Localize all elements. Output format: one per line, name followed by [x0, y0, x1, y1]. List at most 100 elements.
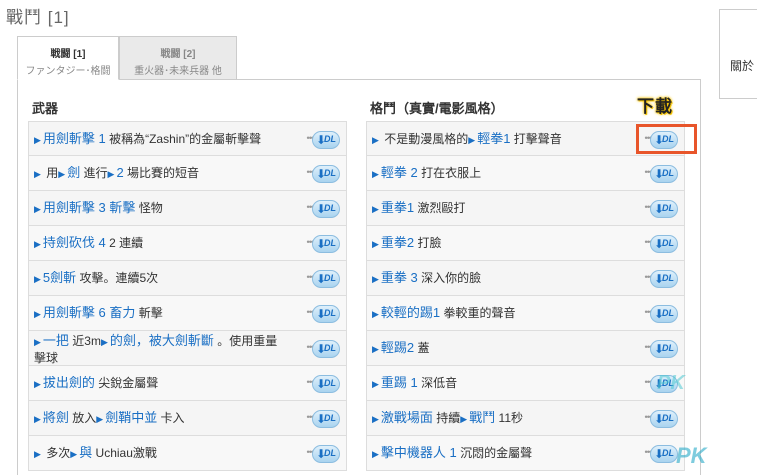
sound-link[interactable]: 戰鬥 [469, 411, 495, 425]
download-button-label: DL [324, 448, 336, 458]
sound-link[interactable]: 用劍斬擊 3 斬擊 [43, 201, 135, 215]
play-icon[interactable]: ▶ [34, 135, 41, 145]
fighting-column-title: 格鬥（真實/電影風格） [370, 101, 504, 116]
sound-link[interactable]: 重拳 3 [381, 271, 418, 285]
sound-link[interactable]: 與 [79, 446, 92, 460]
download-button[interactable]: ⬇ DL [312, 410, 340, 428]
sound-link[interactable]: 一把 [43, 333, 69, 348]
tab-battle-2[interactable]: 戦闘 [2] 重火器･未来兵器 他 [119, 36, 237, 80]
sound-link[interactable]: 輕拳1 [477, 132, 510, 146]
download-button[interactable]: ⬇ DL [650, 235, 678, 253]
play-icon[interactable]: ▶ [34, 274, 41, 284]
play-icon[interactable]: ▶ [468, 135, 475, 145]
download-button[interactable]: ⬇ DL [312, 235, 340, 253]
download-button[interactable]: ⬇ DL [650, 410, 678, 428]
sound-link[interactable]: 劍鞘中並 [105, 411, 157, 425]
play-icon[interactable]: ▶ [96, 414, 103, 424]
download-button[interactable]: ⬇ DL [650, 270, 678, 288]
sound-link[interactable]: 重拳1 [381, 201, 414, 215]
play-icon[interactable]: ▶ [372, 379, 379, 389]
play-icon[interactable]: ▶ [108, 169, 115, 179]
play-icon[interactable]: ▶ [34, 379, 41, 389]
list-item: ▶ 用劍斬擊 6 畜力 斬擊 ••• ⬇ DL [28, 296, 347, 331]
sound-link[interactable]: 劍 [67, 166, 80, 180]
play-icon[interactable]: ▶ [372, 204, 379, 214]
play-icon[interactable]: ▶ [34, 337, 41, 347]
play-icon[interactable]: ▶ [372, 274, 379, 284]
tab-battle-1[interactable]: 戦闘 [1] ファンタジー･格闘 [17, 36, 119, 80]
list-item: ▶ 輕拳 2 打在衣服上 ••• ⬇ DL [366, 156, 685, 191]
download-button[interactable]: ⬇ DL [312, 375, 340, 393]
download-button[interactable]: ⬇ DL [650, 200, 678, 218]
sound-link[interactable]: 5劍斬 [43, 271, 76, 285]
download-button[interactable]: ⬇ DL [312, 131, 340, 149]
list-item: ▶ 激戰場面 持續▶ 戰鬥 11秒 ••• ⬇ DL [366, 401, 685, 436]
sound-link[interactable]: 拔出劍的 [43, 376, 95, 390]
tab-battle-2-title: 戦闘 [2] [160, 49, 196, 60]
play-icon[interactable]: ▶ [101, 337, 108, 347]
download-button[interactable]: ⬇ DL [312, 270, 340, 288]
play-icon[interactable]: ▶ [34, 204, 41, 214]
download-button[interactable]: ⬇ DL [650, 445, 678, 463]
list-item: ▶ 一把 近3m▶ 的劍，被大劍斬斷 。使用重量擊球 ••• ⬇ DL [28, 331, 347, 366]
download-button[interactable]: ⬇ DL [650, 340, 678, 358]
play-icon[interactable]: ▶ [372, 169, 379, 179]
sound-link[interactable]: 較輕的踢1 [381, 306, 440, 320]
play-icon[interactable]: ▶ [460, 414, 467, 424]
list-item: ▶ 重踢 1 深低音 ••• ⬇ DL [366, 366, 685, 401]
download-button-label: DL [662, 203, 674, 213]
sound-text: 近3m [68, 334, 101, 348]
sound-description: ▶ 將劍 放入▶ 劍鞘中並 卡入 [34, 411, 286, 426]
list-item: ▶ 用▶ 劍 進行▶ 2 場比賽的短音 ••• ⬇ DL [28, 156, 347, 191]
play-icon[interactable]: ▶ [372, 135, 379, 145]
download-highlight-box [636, 124, 697, 154]
sound-link[interactable]: 輕拳 2 [381, 166, 418, 180]
play-icon[interactable]: ▶ [372, 449, 379, 459]
list-item: ▶ 輕踢2 蓋 ••• ⬇ DL [366, 331, 685, 366]
sound-link[interactable]: 2 [116, 166, 123, 180]
download-button-label: DL [324, 273, 336, 283]
sound-link[interactable]: 激戰場面 [381, 411, 433, 425]
download-button[interactable]: ⬇ DL [312, 200, 340, 218]
sound-text: 多次 [42, 446, 71, 460]
download-button[interactable]: ⬇ DL [312, 165, 340, 183]
download-button-label: DL [324, 413, 336, 423]
sound-link[interactable]: 將劍 [43, 411, 69, 425]
play-icon[interactable]: ▶ [372, 344, 379, 354]
play-icon[interactable]: ▶ [34, 169, 41, 179]
sound-text: 沉悶的金屬聲 [456, 446, 533, 460]
sound-link[interactable]: 的劍，被大劍斬斷 [110, 333, 214, 348]
sound-link[interactable]: 持劍砍伐 4 [43, 236, 106, 250]
download-button[interactable]: ⬇ DL [312, 305, 340, 323]
sound-text: 2 連續 [105, 236, 144, 250]
download-button[interactable]: ⬇ DL [650, 165, 678, 183]
download-button[interactable]: ⬇ DL [650, 305, 678, 323]
download-button[interactable]: ⬇ DL [312, 340, 340, 358]
list-item: ▶ 重拳1 激烈毆打 ••• ⬇ DL [366, 191, 685, 226]
sound-description: ▶ 多次▶ 與 Uchiau激戰 [34, 446, 286, 461]
play-icon[interactable]: ▶ [34, 309, 41, 319]
sound-text: 斬擊 [135, 306, 163, 320]
play-icon[interactable]: ▶ [70, 449, 77, 459]
play-icon[interactable]: ▶ [34, 414, 41, 424]
play-icon[interactable]: ▶ [372, 309, 379, 319]
download-button[interactable]: ⬇ DL [312, 445, 340, 463]
play-icon[interactable]: ▶ [34, 239, 41, 249]
download-button-label: DL [324, 168, 336, 178]
sound-description: ▶ 用劍斬擊 1 被稱為“Zashin”的金屬斬擊聲 [34, 132, 286, 147]
sound-link[interactable]: 輕踢2 [381, 341, 414, 355]
watermark-logo: PK [657, 372, 685, 394]
sound-link[interactable]: 用劍斬擊 6 畜力 [43, 306, 135, 320]
sound-link[interactable]: 用劍斬擊 1 [43, 132, 106, 146]
play-icon[interactable]: ▶ [372, 414, 379, 424]
sound-link[interactable]: 重踢 1 [381, 376, 418, 390]
play-icon[interactable]: ▶ [372, 239, 379, 249]
weapons-list: ▶ 用劍斬擊 1 被稱為“Zashin”的金屬斬擊聲 ••• ⬇ DL ▶ 用▶ 劍 進行▶… [28, 121, 347, 471]
download-button-label: DL [324, 343, 336, 353]
page-title: 戰鬥 [1] [6, 8, 70, 27]
side-panel-label[interactable]: 關於 [730, 57, 754, 74]
sound-link[interactable]: 重拳2 [381, 236, 414, 250]
play-icon[interactable]: ▶ [34, 449, 41, 459]
play-icon[interactable]: ▶ [58, 169, 65, 179]
sound-link[interactable]: 擊中機器人 1 [381, 446, 457, 460]
